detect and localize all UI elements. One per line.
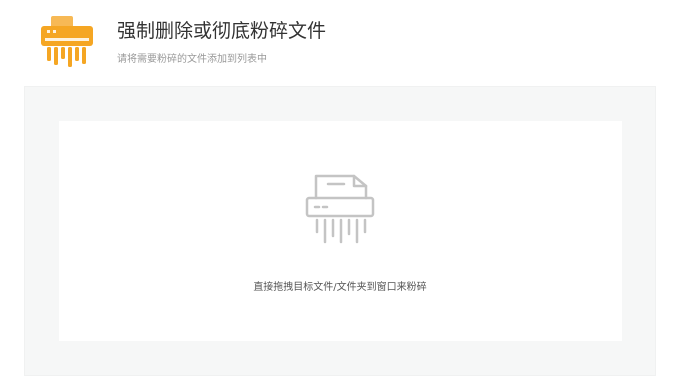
- shredder-logo-icon: [39, 14, 95, 70]
- page-title: 强制删除或彻底粉碎文件: [117, 20, 327, 42]
- page-subtitle: 请将需要粉碎的文件添加到列表中: [117, 54, 267, 65]
- header: 强制删除或彻底粉碎文件 请将需要粉碎的文件添加到列表中: [0, 0, 680, 86]
- file-shredder-window: 强制删除或彻底粉碎文件 请将需要粉碎的文件添加到列表中 直接拖拽目标文件/文件夹…: [0, 0, 680, 380]
- drop-hint-text: 直接拖拽目标文件/文件夹到窗口来粉碎: [253, 282, 427, 293]
- shredder-icon: [304, 172, 376, 246]
